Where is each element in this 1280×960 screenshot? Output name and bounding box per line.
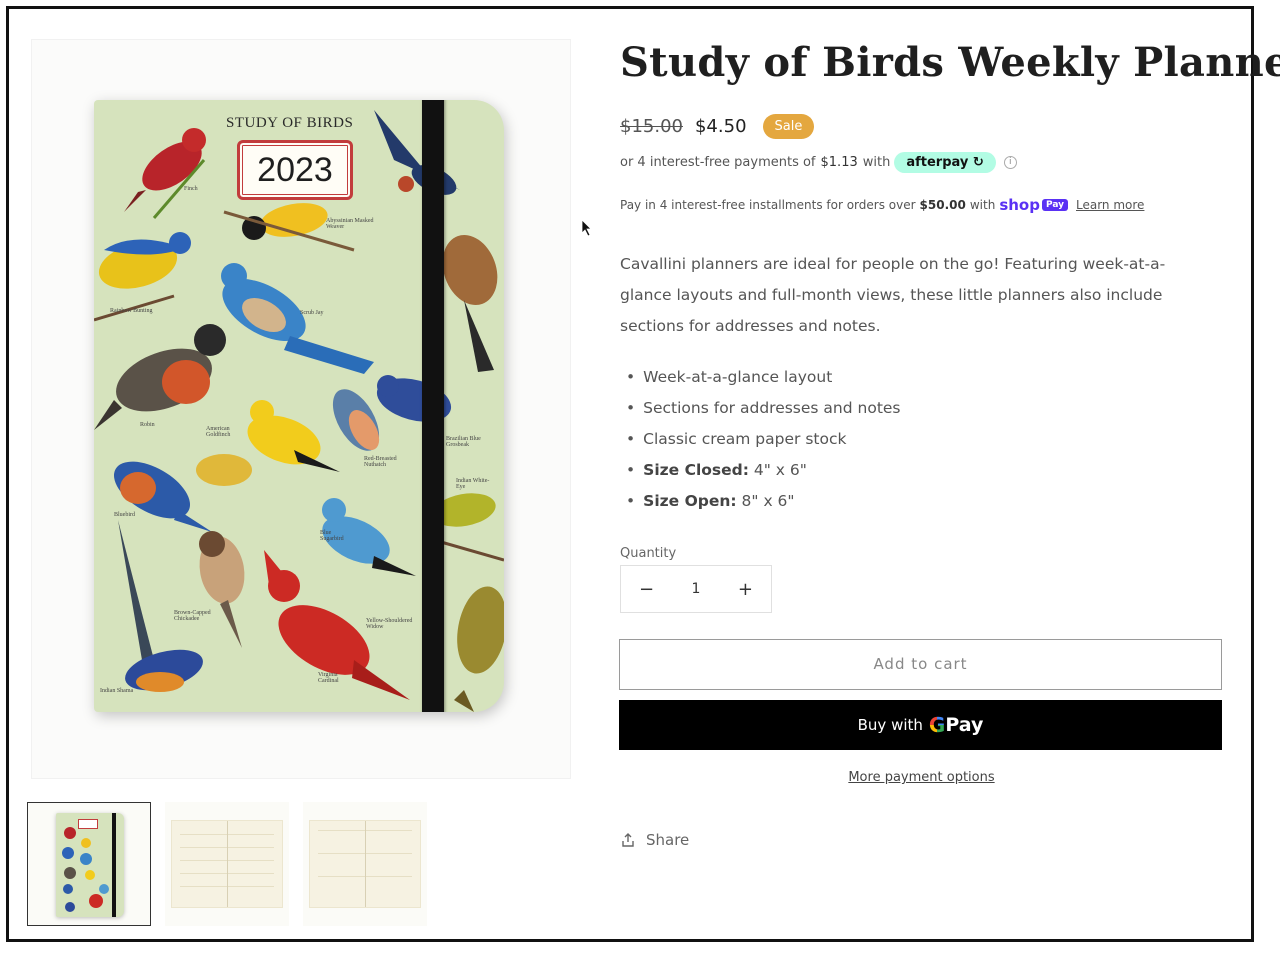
- afterpay-amount: $1.13: [820, 155, 858, 170]
- feature-text: Classic cream paper stock: [643, 430, 847, 448]
- bird-bluebird: [114, 461, 212, 532]
- shop-pay-prefix: Pay in 4 interest-free installments for …: [620, 198, 916, 212]
- bird-label: American Goldfinch: [206, 426, 231, 438]
- bird-label: Indian Shama: [100, 688, 134, 694]
- shop-pay-pill: Pay: [1041, 199, 1068, 211]
- bird-shama: [125, 649, 203, 692]
- feature-item: Size Open: 8" x 6": [626, 486, 901, 517]
- learn-more-link[interactable]: Learn more: [1076, 198, 1144, 212]
- more-payment-options-link[interactable]: More payment options: [620, 770, 1223, 785]
- thumbnail-month-view[interactable]: [165, 802, 289, 926]
- bird-label: Brown-Capped Chickadee: [174, 610, 211, 622]
- bird-finch: [124, 128, 206, 219]
- original-price: $15.00: [620, 116, 683, 137]
- info-icon[interactable]: i: [1003, 156, 1017, 169]
- bird-label: Red-Breasted Nuthatch: [364, 456, 397, 468]
- feature-item: Size Closed: 4" x 6": [626, 455, 901, 486]
- afterpay-logo[interactable]: afterpay ↻: [894, 152, 996, 173]
- bird-robin: [94, 324, 226, 430]
- thumbnail-lines: [318, 829, 412, 899]
- shop-pay-logo: shop: [999, 196, 1040, 214]
- bird-feather: [118, 520, 154, 660]
- bird-label: Scrub Jay: [300, 310, 324, 316]
- feature-item: Classic cream paper stock: [626, 424, 901, 455]
- thumbnail-cover[interactable]: [27, 802, 151, 926]
- bird-label: Finch: [184, 186, 198, 192]
- bird-label: Bluebird: [114, 512, 135, 518]
- google-g-icon: G: [928, 713, 946, 737]
- elastic-band: [422, 100, 444, 712]
- bird-label: Blue Sugarbird: [320, 530, 344, 542]
- product-main-image[interactable]: STUDY OF BIRDS 2023 Finch Abyssinian Mas…: [31, 39, 571, 779]
- bird-goldfinch: [196, 400, 340, 486]
- bird-widow: [454, 586, 504, 712]
- quantity-stepper: − 1 +: [620, 565, 772, 613]
- price-row: $15.00 $4.50 Sale: [620, 114, 815, 139]
- thumbnail-month-spread: [171, 820, 283, 908]
- thumbnail-week-spread: [309, 820, 421, 908]
- sale-badge: Sale: [762, 114, 815, 139]
- product-title: Study of Birds Weekly Planner: [620, 39, 1280, 86]
- feature-text: Sections for addresses and notes: [643, 399, 901, 417]
- feature-text: 8" x 6": [736, 492, 795, 510]
- buy-with-gpay-button[interactable]: Buy with G Pay: [619, 700, 1222, 750]
- sale-price: $4.50: [694, 116, 747, 137]
- feature-label: Size Closed:: [643, 461, 749, 479]
- bird-scrub-jay: [221, 263, 374, 374]
- mouse-cursor-icon: [581, 219, 592, 237]
- afterpay-prefix: or 4 interest-free payments of: [620, 155, 816, 170]
- feature-item: Sections for addresses and notes: [626, 393, 901, 424]
- shop-pay-amount: $50.00: [919, 198, 966, 212]
- bird-label: Brazilian Blue Grosbeak: [446, 436, 481, 448]
- share-label: Share: [646, 831, 690, 849]
- quantity-decrease-button[interactable]: −: [639, 579, 654, 600]
- feature-label: Size Open:: [643, 492, 737, 510]
- afterpay-message: or 4 interest-free payments of $1.13 wit…: [620, 152, 1017, 173]
- bird-label: Yellow-Shouldered Widow: [366, 618, 413, 630]
- thumbnail-week-view[interactable]: [303, 802, 427, 926]
- feature-text: Week-at-a-glance layout: [643, 368, 833, 386]
- planner-cover: STUDY OF BIRDS 2023 Finch Abyssinian Mas…: [94, 100, 504, 712]
- afterpay-with: with: [862, 155, 891, 170]
- quantity-label: Quantity: [620, 546, 677, 561]
- buy-with-label: Buy with: [857, 716, 923, 734]
- feature-list: Week-at-a-glance layout Sections for add…: [626, 362, 901, 517]
- bird-bunting: [94, 232, 191, 322]
- bird-swallow: [374, 110, 460, 195]
- share-button[interactable]: Share: [620, 831, 689, 849]
- feature-text: 4" x 6": [748, 461, 807, 479]
- afterpay-brand: afterpay: [906, 155, 969, 170]
- quantity-input[interactable]: 1: [692, 581, 701, 597]
- bird-chickadee: [199, 531, 245, 648]
- page-frame: STUDY OF BIRDS 2023 Finch Abyssinian Mas…: [6, 6, 1280, 942]
- share-icon: [622, 833, 634, 847]
- bird-label: Indian White-Eye: [456, 478, 490, 490]
- add-to-cart-button[interactable]: Add to cart: [619, 639, 1222, 690]
- google-pay-logo: G Pay: [929, 713, 983, 737]
- feature-item: Week-at-a-glance layout: [626, 362, 901, 393]
- gpay-pay-text: Pay: [945, 714, 984, 736]
- thumbnail-band: [112, 813, 116, 917]
- thumbnail-cover-image: [56, 813, 124, 917]
- product-description: Cavallini planners are ideal for people …: [620, 255, 1166, 335]
- bird-label: Rainbow Bunting: [110, 308, 153, 314]
- bird-label: Virginia Cardinal: [318, 672, 339, 684]
- quantity-increase-button[interactable]: +: [738, 579, 753, 600]
- thumbnail-grid: [180, 829, 274, 899]
- bird-label: Abyssinian Masked Weaver: [326, 218, 374, 230]
- shop-pay-with: with: [969, 198, 996, 212]
- shop-pay-message: Pay in 4 interest-free installments for …: [620, 196, 1144, 214]
- bird-label: Robin: [140, 422, 155, 428]
